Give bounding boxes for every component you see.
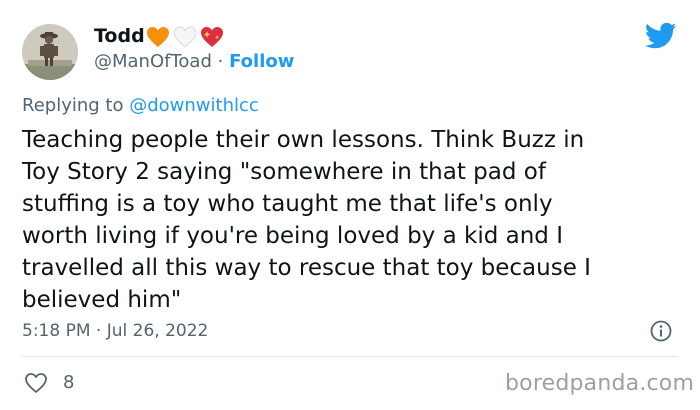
- user-handle[interactable]: @ManOfToad: [94, 51, 212, 72]
- info-icon[interactable]: [650, 320, 672, 342]
- divider: [22, 356, 678, 357]
- sparkling-heart-icon: [200, 26, 224, 48]
- avatar[interactable]: [22, 24, 78, 80]
- twitter-bird-icon[interactable]: [644, 22, 677, 50]
- tweet-card: Todd @ManOfToad · Follow Replying to @do…: [0, 0, 700, 410]
- timestamp[interactable]: 5:18 PM · Jul 26, 2022: [22, 320, 208, 342]
- name-emojis: [146, 25, 224, 49]
- white-heart-icon: [173, 26, 197, 48]
- reply-prefix: Replying to: [22, 95, 124, 116]
- reply-context: Replying to @downwithlcc: [22, 94, 259, 118]
- orange-heart-icon: [146, 26, 170, 48]
- display-name[interactable]: Todd: [94, 24, 145, 48]
- handle-row: @ManOfToad · Follow: [94, 50, 294, 74]
- heart-outline-icon[interactable]: [24, 372, 48, 394]
- tweet-text: Teaching people their own lessons. Think…: [22, 127, 591, 313]
- like-count: 8: [63, 372, 75, 393]
- watermark: boredpanda.com: [505, 371, 695, 396]
- reply-user-link[interactable]: @downwithlcc: [129, 95, 259, 116]
- follow-button[interactable]: Follow: [229, 51, 294, 72]
- separator-dot: ·: [217, 51, 224, 72]
- avatar-figure-icon: [22, 24, 78, 80]
